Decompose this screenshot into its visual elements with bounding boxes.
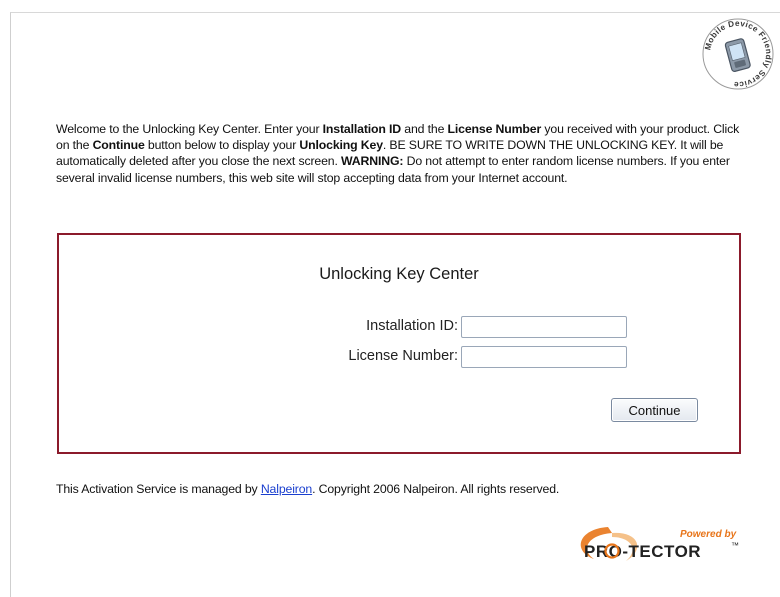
nalpeiron-link[interactable]: Nalpeiron <box>261 482 312 496</box>
powered-by-text: Powered by <box>680 529 737 540</box>
continue-button[interactable]: Continue <box>611 398 698 422</box>
installation-id-label: Installation ID: <box>366 318 458 334</box>
form-title: Unlocking Key Center <box>319 265 479 283</box>
installation-id-input[interactable] <box>461 316 627 338</box>
intro-text: Welcome to the Unlocking Key Center. Ent… <box>56 122 740 185</box>
pro-tector-wordmark: PRO-TECTOR <box>584 542 701 561</box>
pro-tector-logo: Powered by PRO-TECTOR ™ <box>580 527 739 561</box>
license-number-label: License Number: <box>348 348 458 364</box>
trademark-symbol: ™ <box>731 541 739 550</box>
footer-text: This Activation Service is managed by Na… <box>56 482 560 496</box>
license-number-input[interactable] <box>461 346 627 368</box>
mobile-device-friendly-badge: Mobile Device Friendly Service <box>702 18 774 90</box>
